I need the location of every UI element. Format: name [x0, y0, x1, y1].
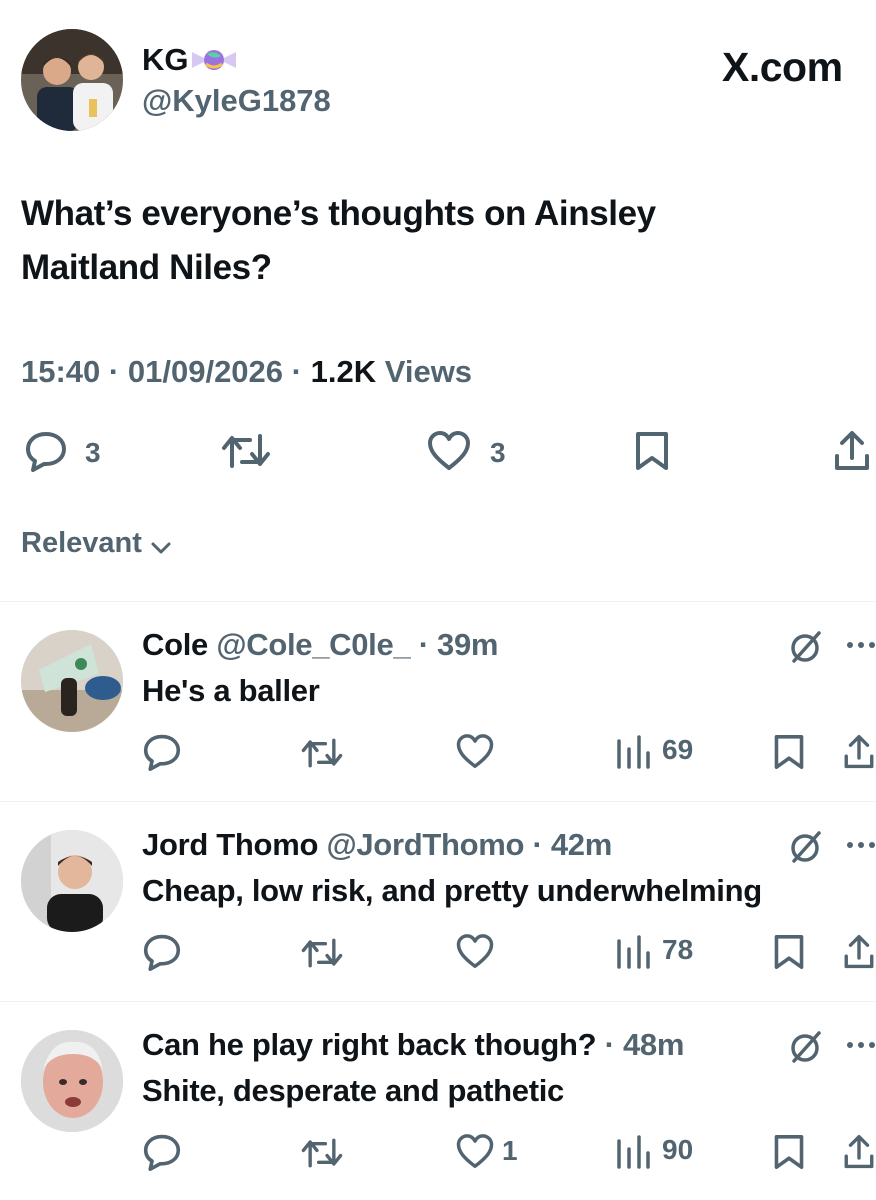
reply-views-count: 90 — [662, 1134, 694, 1165]
grok-icon[interactable] — [786, 628, 824, 666]
reply-button[interactable] — [24, 430, 68, 472]
author-display-name[interactable]: KG — [142, 42, 189, 78]
like-button[interactable] — [426, 430, 472, 472]
post-text-line-1: What’s everyone’s thoughts on Ainsley — [21, 194, 656, 233]
views-icon[interactable] — [615, 735, 651, 769]
reply-like-count: 1 — [502, 1135, 518, 1166]
brand-watermark: X.com — [722, 44, 843, 90]
author-avatar[interactable] — [21, 29, 123, 131]
reply-header: Can he play right back though? · 48m — [142, 1027, 684, 1063]
reply-header: Cole @Cole_C0le_ · 39m — [142, 627, 499, 663]
divider — [0, 1001, 876, 1002]
reply-avatar[interactable] — [21, 830, 123, 932]
sort-dropdown[interactable]: Relevant — [21, 527, 172, 560]
share-button[interactable] — [842, 933, 876, 971]
views-label: Views — [384, 354, 473, 389]
repost-button[interactable] — [300, 935, 344, 971]
more-options-icon[interactable] — [846, 1040, 876, 1050]
views-count: 1.2K — [310, 354, 377, 389]
reply-time[interactable]: · 48m — [605, 1027, 685, 1062]
reply-avatar[interactable] — [21, 630, 123, 732]
candy-emoji-icon — [190, 42, 238, 78]
reply-button[interactable] — [142, 733, 182, 771]
divider — [0, 601, 876, 602]
bookmark-button[interactable] — [772, 733, 806, 771]
reply-button[interactable] — [142, 933, 182, 971]
reply-time[interactable]: · 39m — [419, 627, 499, 662]
reply-author-name[interactable]: Cole — [142, 627, 208, 662]
more-options-icon[interactable] — [846, 840, 876, 850]
more-options-icon[interactable] — [846, 640, 876, 650]
bookmark-button[interactable] — [633, 430, 671, 472]
reply-header: Jord Thomo @JordThomo · 42m — [142, 827, 612, 863]
reply-author-name[interactable]: Can he play right back though? — [142, 1027, 597, 1062]
reply-avatar[interactable] — [21, 1030, 123, 1132]
reply-text: Shite, desperate and pathetic — [142, 1073, 564, 1108]
meta-separator: · — [108, 354, 120, 389]
post-meta: 15:40 · 01/09/2026 · 1.2K Views — [21, 354, 472, 390]
share-button[interactable] — [842, 733, 876, 771]
reply-author-handle[interactable]: @JordThomo — [326, 827, 524, 862]
repost-button[interactable] — [300, 735, 344, 771]
share-button[interactable] — [832, 430, 872, 472]
reply-author-name[interactable]: Jord Thomo — [142, 827, 318, 862]
reply-views-count: 78 — [662, 934, 694, 965]
reply-count: 3 — [85, 437, 101, 468]
reply-text: Cheap, low risk, and pretty underwhelmin… — [142, 873, 762, 908]
reply-views-count: 69 — [662, 734, 694, 765]
repost-button[interactable] — [300, 1135, 344, 1171]
author-handle[interactable]: @KyleG1878 — [142, 83, 331, 119]
repost-button[interactable] — [220, 430, 272, 472]
grok-icon[interactable] — [786, 828, 824, 866]
reply-time[interactable]: · 42m — [532, 827, 612, 862]
like-button[interactable] — [455, 1133, 495, 1170]
bookmark-button[interactable] — [772, 933, 806, 971]
views-icon[interactable] — [615, 1135, 651, 1169]
bookmark-button[interactable] — [772, 1133, 806, 1171]
like-button[interactable] — [455, 733, 495, 770]
reply-text: He's a baller — [142, 673, 320, 708]
views-icon[interactable] — [615, 935, 651, 969]
reply-button[interactable] — [142, 1133, 182, 1171]
meta-separator: · — [291, 354, 302, 389]
like-button[interactable] — [455, 933, 495, 970]
reply-author-handle[interactable]: @Cole_C0le_ — [216, 627, 410, 662]
grok-icon[interactable] — [786, 1028, 824, 1066]
post-date[interactable]: 01/09/2026 — [128, 354, 283, 389]
sort-label: Relevant — [21, 527, 142, 559]
post-time[interactable]: 15:40 — [21, 354, 100, 389]
share-button[interactable] — [842, 1133, 876, 1171]
post-text-line-2: Maitland Niles? — [21, 248, 272, 287]
chevron-down-icon — [150, 540, 172, 556]
divider — [0, 801, 876, 802]
like-count: 3 — [490, 437, 506, 468]
